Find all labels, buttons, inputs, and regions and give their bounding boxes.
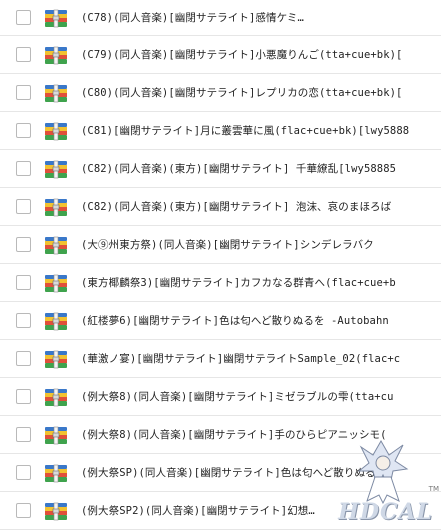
file-name[interactable]: (例大祭8)(同人音楽)[幽閉サテライト]手のひらピアニッシモ(	[81, 427, 441, 442]
select-checkbox[interactable]	[16, 199, 31, 214]
file-name[interactable]: (大⑨州東方祭)(同人音楽)[幽閉サテライト]シンデレラバク	[81, 237, 441, 252]
file-row[interactable]: (華激ノ宴)[幽閉サテライト]幽閉サテライトSample_02(flac+c	[0, 340, 441, 378]
select-checkbox[interactable]	[16, 10, 31, 25]
file-row[interactable]: (紅楼夢6)[幽閉サテライト]色は匂へど散りぬるを -Autobahn	[0, 302, 441, 340]
file-name[interactable]: (紅楼夢6)[幽閉サテライト]色は匂へど散りぬるを -Autobahn	[81, 313, 441, 328]
select-checkbox[interactable]	[16, 161, 31, 176]
archive-icon	[44, 423, 68, 447]
select-checkbox[interactable]	[16, 85, 31, 100]
archive-icon	[44, 499, 68, 523]
file-name[interactable]: (C78)(同人音楽)[幽閉サテライト]感情ケミ…	[81, 10, 441, 25]
file-name[interactable]: (東方椰麟祭3)[幽閉サテライト]カフカなる群青へ(flac+cue+b	[81, 275, 441, 290]
file-name[interactable]: (例大祭8)(同人音楽)[幽閉サテライト]ミゼラブルの雫(tta+cu	[81, 389, 441, 404]
file-row[interactable]: (C78)(同人音楽)[幽閉サテライト]感情ケミ…	[0, 0, 441, 36]
file-list: (C78)(同人音楽)[幽閉サテライト]感情ケミ… (C79)(同人音楽)[幽閉…	[0, 0, 441, 530]
file-row[interactable]: (東方椰麟祭3)[幽閉サテライト]カフカなる群青へ(flac+cue+b	[0, 264, 441, 302]
select-checkbox[interactable]	[16, 389, 31, 404]
select-checkbox[interactable]	[16, 465, 31, 480]
archive-icon	[44, 233, 68, 257]
archive-icon	[44, 195, 68, 219]
select-checkbox[interactable]	[16, 275, 31, 290]
file-name[interactable]: (C80)(同人音楽)[幽閉サテライト]レプリカの恋(tta+cue+bk)[	[81, 85, 441, 100]
archive-icon	[44, 119, 68, 143]
select-checkbox[interactable]	[16, 237, 31, 252]
file-name[interactable]: (例大祭SP2)(同人音楽)[幽閉サテライト]幻想…	[81, 503, 441, 518]
archive-icon	[44, 157, 68, 181]
select-checkbox[interactable]	[16, 503, 31, 518]
select-checkbox[interactable]	[16, 123, 31, 138]
select-checkbox[interactable]	[16, 427, 31, 442]
file-name[interactable]: (C81)[幽閉サテライト]月に叢雲華に風(flac+cue+bk)[lwy58…	[81, 123, 441, 138]
file-name[interactable]: (例大祭SP)(同人音楽)[幽閉サテライト]色は匂へど散りぬるを	[81, 465, 441, 480]
file-row[interactable]: (C79)(同人音楽)[幽閉サテライト]小悪魔りんご(tta+cue+bk)[	[0, 36, 441, 74]
archive-icon	[44, 309, 68, 333]
file-row[interactable]: (例大祭8)(同人音楽)[幽閉サテライト]手のひらピアニッシモ(	[0, 416, 441, 454]
file-row[interactable]: (例大祭SP2)(同人音楽)[幽閉サテライト]幻想…	[0, 492, 441, 530]
archive-icon	[44, 385, 68, 409]
archive-icon	[44, 347, 68, 371]
file-name[interactable]: (C82)(同人音楽)(東方)[幽閉サテライト] 千華繚乱[lwy58885	[81, 161, 441, 176]
file-name[interactable]: (C79)(同人音楽)[幽閉サテライト]小悪魔りんご(tta+cue+bk)[	[81, 47, 441, 62]
select-checkbox[interactable]	[16, 351, 31, 366]
archive-icon	[44, 43, 68, 67]
file-row[interactable]: (C80)(同人音楽)[幽閉サテライト]レプリカの恋(tta+cue+bk)[	[0, 74, 441, 112]
archive-icon	[44, 461, 68, 485]
file-row[interactable]: (C81)[幽閉サテライト]月に叢雲華に風(flac+cue+bk)[lwy58…	[0, 112, 441, 150]
file-row[interactable]: (例大祭8)(同人音楽)[幽閉サテライト]ミゼラブルの雫(tta+cu	[0, 378, 441, 416]
select-checkbox[interactable]	[16, 47, 31, 62]
archive-icon	[44, 6, 68, 30]
file-name[interactable]: (C82)(同人音楽)(東方)[幽閉サテライト] 泡沫、哀のまほろば	[81, 199, 441, 214]
file-row[interactable]: (C82)(同人音楽)(東方)[幽閉サテライト] 千華繚乱[lwy58885	[0, 150, 441, 188]
select-checkbox[interactable]	[16, 313, 31, 328]
archive-icon	[44, 81, 68, 105]
archive-icon	[44, 271, 68, 295]
file-row[interactable]: (大⑨州東方祭)(同人音楽)[幽閉サテライト]シンデレラバク	[0, 226, 441, 264]
file-name[interactable]: (華激ノ宴)[幽閉サテライト]幽閉サテライトSample_02(flac+c	[81, 351, 441, 366]
file-row[interactable]: (C82)(同人音楽)(東方)[幽閉サテライト] 泡沫、哀のまほろば	[0, 188, 441, 226]
file-row[interactable]: (例大祭SP)(同人音楽)[幽閉サテライト]色は匂へど散りぬるを	[0, 454, 441, 492]
